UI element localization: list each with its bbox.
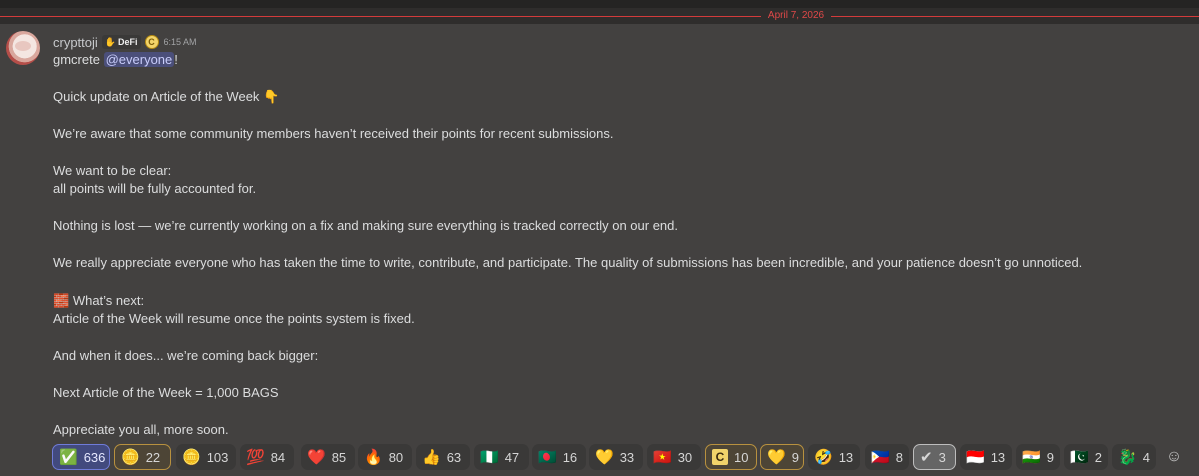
appreciate-line: We really appreciate everyone who has ta… <box>53 255 1083 270</box>
update-line: Quick update on Article of the Week 👇 <box>53 89 279 105</box>
reaction-count: 4 <box>1142 449 1150 465</box>
aware-line: We’re aware that some community members … <box>53 126 614 141</box>
reaction-flag-bd[interactable]: 🇧🇩 16 <box>532 444 586 470</box>
reaction-count: 33 <box>619 449 635 465</box>
heart-icon: 💛 <box>767 448 786 466</box>
hundred-icon: 💯 <box>246 448 265 466</box>
reaction-fire[interactable]: 🔥 80 <box>358 444 412 470</box>
nothing-lost-line: Nothing is lost — we’re currently workin… <box>53 218 679 233</box>
reaction-flag-in[interactable]: 🇮🇳 9 <box>1016 444 1060 470</box>
greeting-end: ! <box>174 52 178 67</box>
c-coin-icon: C <box>712 449 728 465</box>
reaction-flag-vn[interactable]: 🇻🇳 30 <box>647 444 701 470</box>
reaction-count: 22 <box>145 449 161 465</box>
reaction-count: 8 <box>895 449 903 465</box>
timestamp: 6:15 AM <box>163 37 197 47</box>
dragon-icon: 🐉 <box>1118 448 1137 466</box>
avatar[interactable] <box>6 31 40 65</box>
reaction-thumbs-up[interactable]: 👍 63 <box>416 444 470 470</box>
whats-next-text: What’s next: <box>72 293 145 308</box>
avatar-face <box>15 41 31 51</box>
reaction-count: 80 <box>388 449 404 465</box>
bangladesh-flag-icon: 🇧🇩 <box>538 448 557 466</box>
brick-icon: 🧱 <box>53 293 70 308</box>
thumbs-up-icon: 👍 <box>422 448 441 466</box>
reaction-flag-ng[interactable]: 🇳🇬 47 <box>474 444 529 470</box>
reaction-count: 9 <box>791 449 799 465</box>
coin-icon: 🪙 <box>121 448 140 466</box>
soon-line: Appreciate you all, more soon. <box>53 422 229 437</box>
whats-next-line: 🧱 What’s next: <box>53 293 144 309</box>
reaction-hundred[interactable]: 💯 84 <box>240 444 294 470</box>
reaction-checkmark[interactable]: ✔ 3 <box>913 444 956 470</box>
reaction-check[interactable]: ✅ 636 <box>52 444 110 470</box>
reward-line: Next Article of the Week = 1,000 BAGS <box>53 385 279 400</box>
indonesia-flag-icon: 🇮🇩 <box>966 448 985 466</box>
top-bar <box>0 0 1199 8</box>
reaction-small-heart[interactable]: 💛 9 <box>760 444 804 470</box>
hand-icon: ✋ <box>104 36 117 47</box>
reaction-count: 10 <box>734 449 749 465</box>
reaction-yellow-heart[interactable]: 💛 33 <box>589 444 643 470</box>
clear-line-1: We want to be clear: <box>53 163 172 178</box>
reaction-coin-2[interactable]: 🪙 103 <box>176 444 236 470</box>
reaction-flag-pk[interactable]: 🇵🇰 2 <box>1064 444 1108 470</box>
reaction-count: 16 <box>562 449 578 465</box>
reaction-count: 84 <box>270 449 286 465</box>
india-flag-icon: 🇮🇳 <box>1022 448 1041 466</box>
reaction-flag-ph[interactable]: 🇵🇭 8 <box>865 444 909 470</box>
reaction-count: 636 <box>83 449 106 465</box>
reaction-count: 85 <box>331 449 347 465</box>
yellow-heart-icon: 💛 <box>595 448 614 466</box>
divider-line-right <box>831 16 1199 17</box>
greeting-text: gmcrete <box>53 52 100 67</box>
philippines-flag-icon: 🇵🇭 <box>871 448 890 466</box>
greeting-line: gmcrete @everyone! <box>53 52 178 68</box>
role-badge[interactable]: ✋ DeFi <box>101 35 141 49</box>
coin-badge-icon[interactable]: C <box>144 35 159 49</box>
reaction-count: 13 <box>990 449 1006 465</box>
date-divider: April 7, 2026 <box>0 9 1199 23</box>
reaction-count: 47 <box>504 449 520 465</box>
coin-icon: 🪙 <box>182 448 201 466</box>
reaction-flag-id[interactable]: 🇮🇩 13 <box>960 444 1012 470</box>
reaction-count: 9 <box>1046 449 1054 465</box>
update-text: Quick update on Article of the Week <box>53 89 260 104</box>
divider-line-left <box>0 16 761 17</box>
message-header: crypttoji ✋ DeFi C 6:15 AM <box>53 34 197 50</box>
reaction-count: 2 <box>1094 449 1102 465</box>
date-label: April 7, 2026 <box>767 10 825 21</box>
reaction-c-coin[interactable]: C 10 <box>705 444 757 470</box>
reaction-coin[interactable]: 🪙 22 <box>114 444 171 470</box>
vietnam-flag-icon: 🇻🇳 <box>653 448 672 466</box>
clear-line-2: all points will be fully accounted for. <box>53 181 257 196</box>
nigeria-flag-icon: 🇳🇬 <box>480 448 499 466</box>
check-icon: ✅ <box>59 448 78 466</box>
resume-line: Article of the Week will resume once the… <box>53 311 415 326</box>
pakistan-flag-icon: 🇵🇰 <box>1070 448 1089 466</box>
everyone-mention[interactable]: @everyone <box>103 52 175 67</box>
reaction-dragon[interactable]: 🐉 4 <box>1112 444 1156 470</box>
add-reaction-button[interactable]: ☺ <box>1161 444 1187 470</box>
reaction-count: 13 <box>838 449 854 465</box>
reaction-laughing[interactable]: 🤣 13 <box>808 444 860 470</box>
pointing-down-icon: 👇 <box>263 89 280 104</box>
heart-icon: ❤️ <box>307 448 326 466</box>
smiley-add-icon: ☺ <box>1165 448 1183 465</box>
reaction-count: 3 <box>938 449 946 465</box>
reaction-heart[interactable]: ❤️ 85 <box>301 444 355 470</box>
bigger-line: And when it does... we’re coming back bi… <box>53 348 319 363</box>
reaction-count: 63 <box>446 449 462 465</box>
checkmark-icon: ✔ <box>920 448 933 466</box>
fire-icon: 🔥 <box>364 448 383 466</box>
laughing-icon: 🤣 <box>814 448 833 466</box>
reaction-count: 30 <box>677 449 693 465</box>
reaction-count: 103 <box>206 449 229 465</box>
role-label: DeFi <box>118 37 138 47</box>
username[interactable]: crypttoji <box>53 35 98 50</box>
